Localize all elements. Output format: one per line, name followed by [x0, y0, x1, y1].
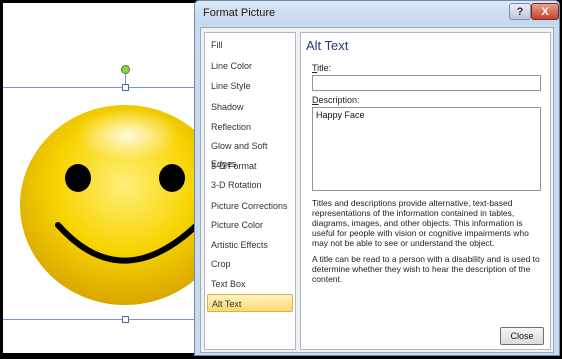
dialog-body: Fill Line Color Line Style Shadow Reflec… — [200, 27, 554, 353]
category-artistic-effects[interactable]: Artistic Effects — [207, 236, 293, 254]
category-fill[interactable]: Fill — [207, 36, 293, 54]
help-button[interactable]: ? — [509, 3, 531, 20]
alt-text-help-paragraph-1: Titles and descriptions provide alternat… — [312, 198, 529, 248]
close-button[interactable]: Close — [500, 327, 544, 345]
right-eye — [159, 164, 185, 192]
alt-text-panel: Alt Text Title: Description: Happy Face … — [300, 32, 551, 350]
category-crop[interactable]: Crop — [207, 255, 293, 273]
title-label: Title: — [312, 63, 332, 73]
resize-handle-top[interactable] — [122, 84, 129, 91]
rotation-handle[interactable] — [121, 65, 130, 74]
dialog-titlebar[interactable]: Format Picture ? X — [195, 1, 559, 25]
resize-handle-bottom[interactable] — [122, 316, 129, 323]
title-input[interactable] — [312, 75, 541, 91]
category-line-color[interactable]: Line Color — [207, 57, 293, 75]
description-label: Description: — [312, 95, 360, 105]
category-text-box[interactable]: Text Box — [207, 275, 293, 293]
format-picture-dialog: Format Picture ? X Fill Line Color Line … — [194, 0, 560, 356]
category-picture-corrections[interactable]: Picture Corrections — [207, 197, 293, 215]
alt-text-help-paragraph-2: A title can be read to a person with a d… — [312, 254, 540, 284]
category-glow-soft-edges[interactable]: Glow and Soft Edges — [207, 137, 293, 169]
category-reflection[interactable]: Reflection — [207, 118, 293, 136]
category-3d-format[interactable]: 3-D Format — [207, 157, 293, 175]
selection-top-edge — [3, 87, 196, 88]
category-list: Fill Line Color Line Style Shadow Reflec… — [204, 32, 296, 350]
category-3d-rotation[interactable]: 3-D Rotation — [207, 176, 293, 194]
category-line-style[interactable]: Line Style — [207, 77, 293, 95]
left-eye — [65, 164, 91, 192]
face-highlight — [76, 109, 180, 161]
category-alt-text[interactable]: Alt Text — [207, 294, 293, 312]
dialog-title: Format Picture — [203, 7, 276, 19]
description-textarea[interactable]: Happy Face — [312, 107, 541, 191]
close-window-button[interactable]: X — [531, 3, 559, 20]
category-picture-color[interactable]: Picture Color — [207, 216, 293, 234]
category-shadow[interactable]: Shadow — [207, 98, 293, 116]
selection-bottom-edge — [3, 319, 196, 320]
panel-heading: Alt Text — [306, 38, 349, 53]
